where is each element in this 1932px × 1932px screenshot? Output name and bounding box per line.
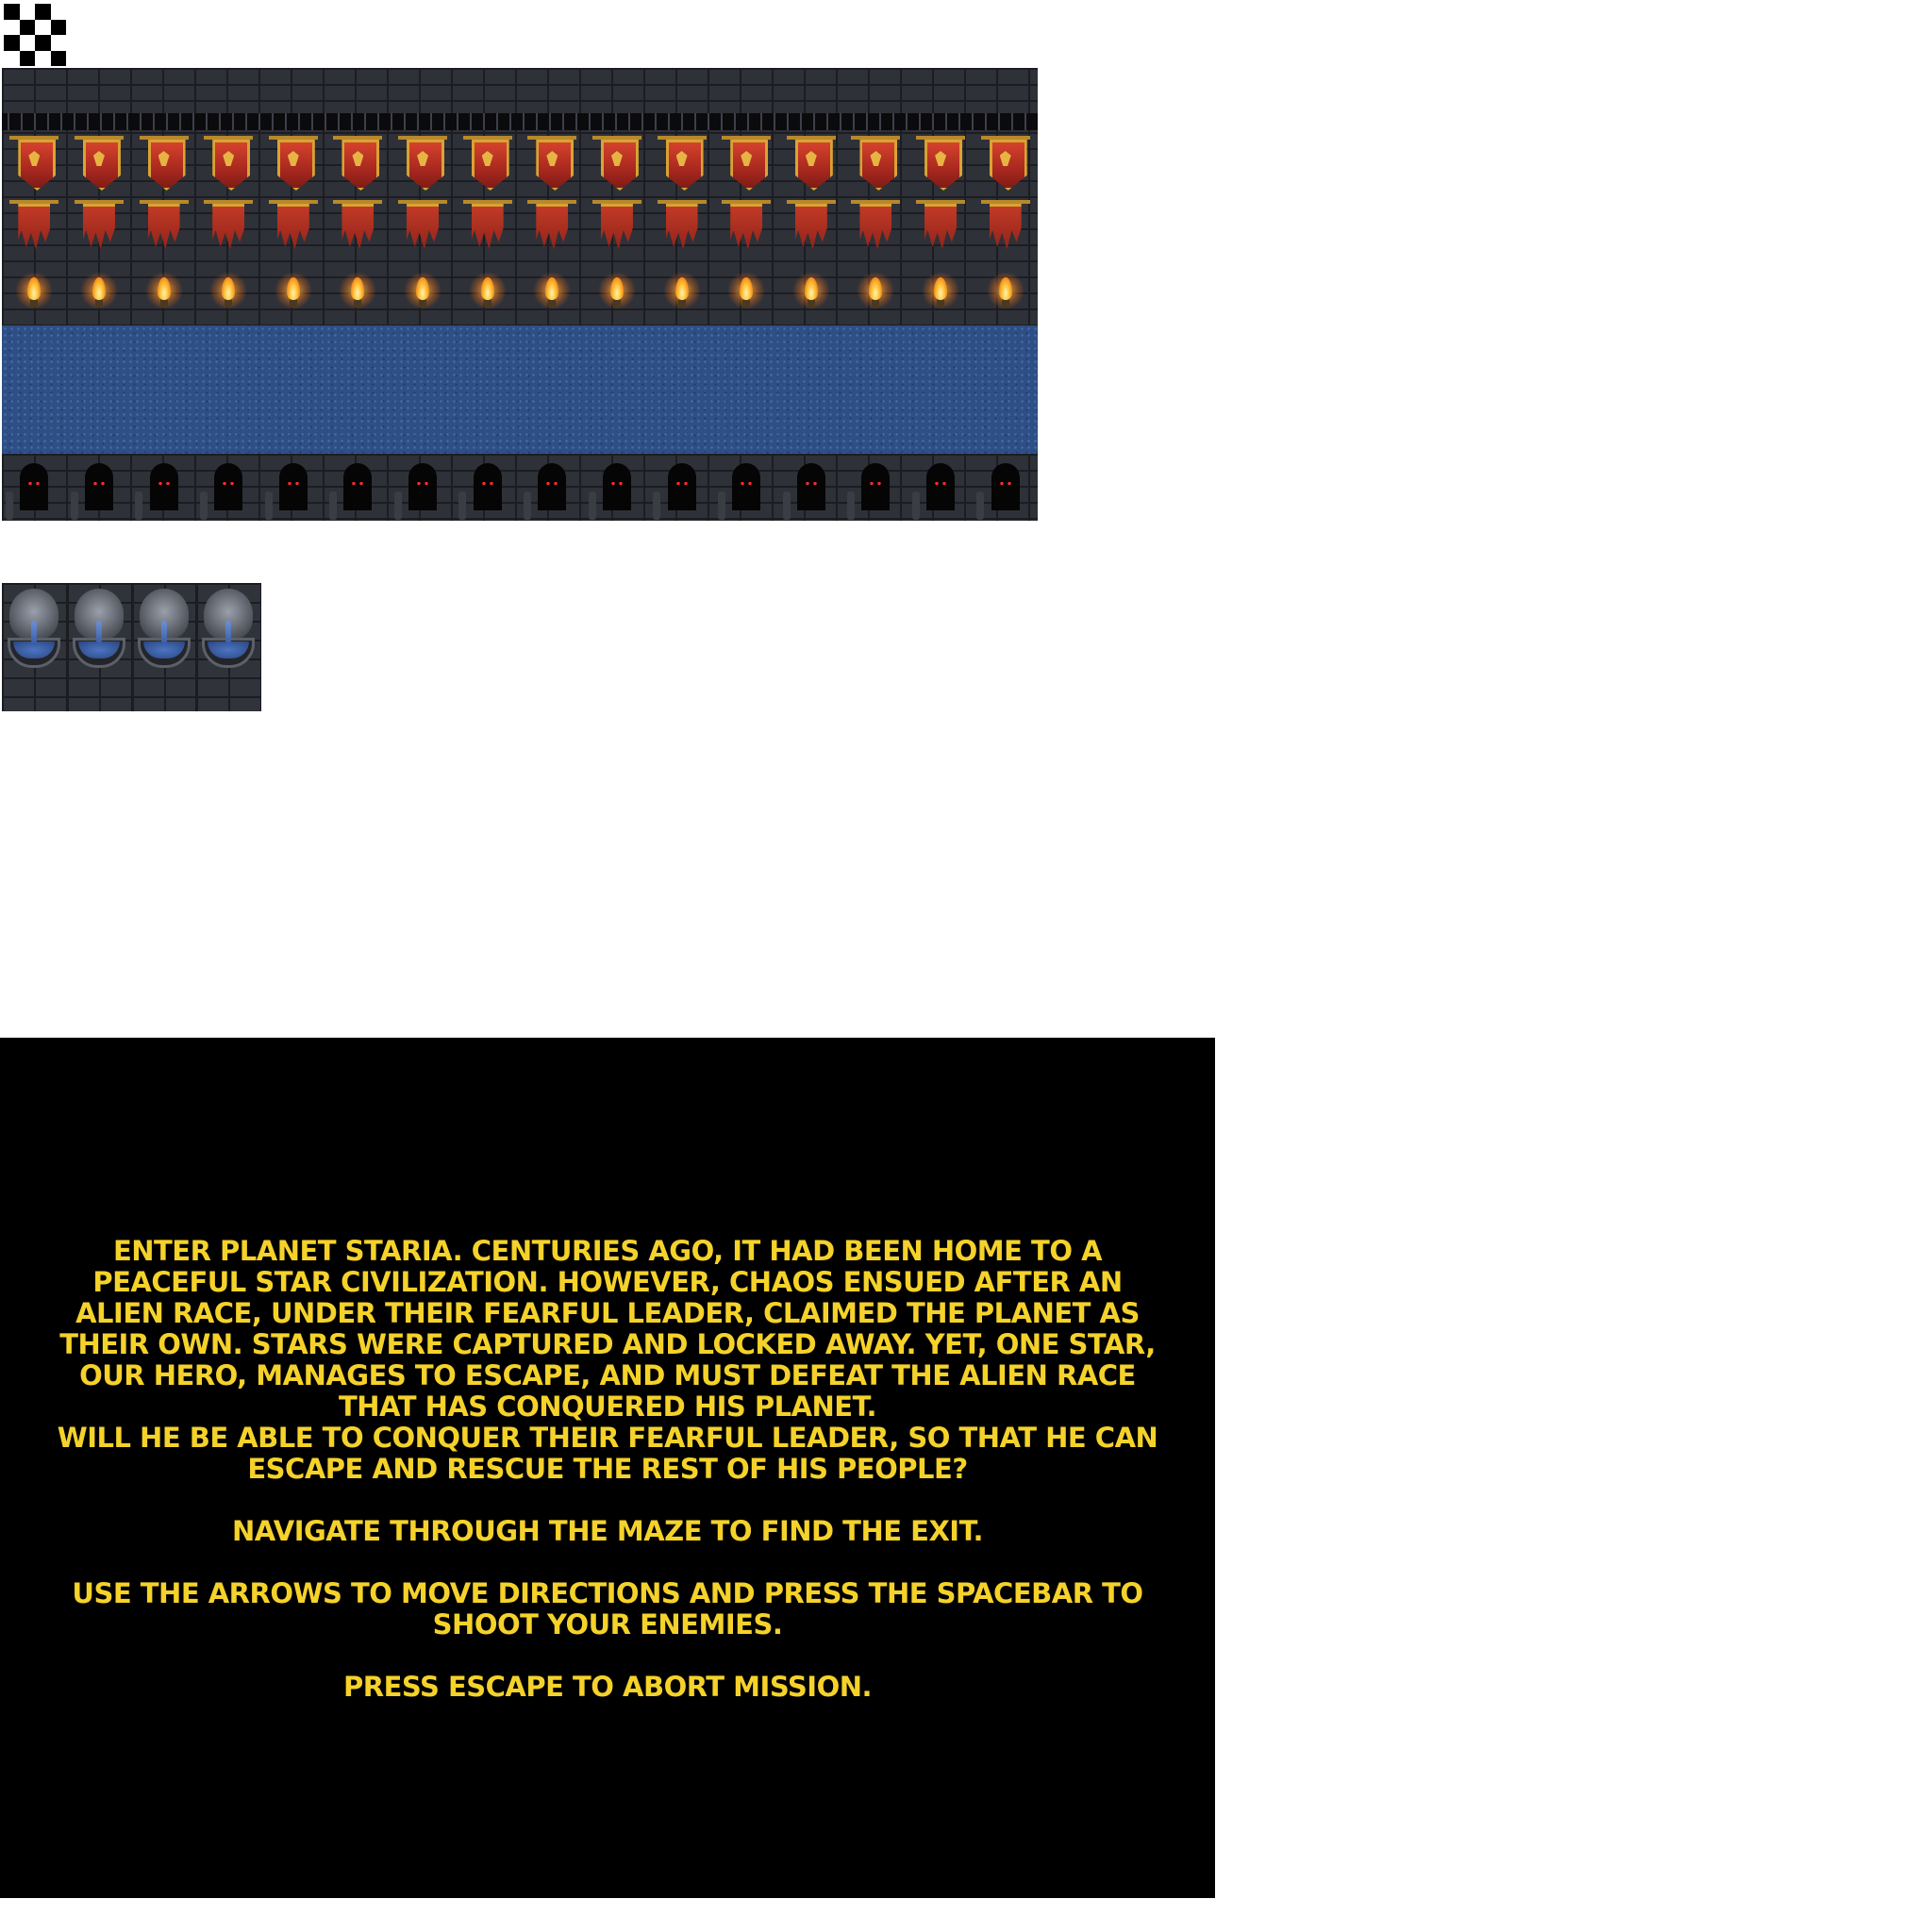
dark-archway-icon [325, 454, 391, 521]
story-controls: USE THE ARROWS TO MOVE DIRECTIONS AND PR… [72, 1577, 1143, 1641]
torn-banner-icon [973, 196, 1038, 260]
torch-icon [391, 260, 456, 325]
dark-archway-icon [67, 454, 132, 521]
spike-strip [2, 113, 1038, 130]
dark-archway-icon [455, 454, 520, 521]
torn-banner-icon [325, 196, 391, 260]
story-question: WILL HE BE ABLE TO CONQUER THEIR FEARFUL… [57, 1422, 1158, 1485]
torch-icon [779, 260, 844, 325]
red-banner-icon [391, 132, 456, 196]
torch-icon [843, 260, 908, 325]
torch-icon [908, 260, 974, 325]
torch-icon [520, 260, 585, 325]
torn-banner-icon [714, 196, 779, 260]
torn-banner-icon [455, 196, 520, 260]
red-banner-icon [779, 132, 844, 196]
dark-archway-icon [714, 454, 779, 521]
torn-banner-icon [649, 196, 714, 260]
torch-icon [585, 260, 650, 325]
dark-archway-icon [391, 454, 456, 521]
dungeon-tileset [2, 68, 1038, 521]
torch-icon [455, 260, 520, 325]
red-banner-icon [714, 132, 779, 196]
torch-row [2, 260, 1038, 325]
torch-icon [325, 260, 391, 325]
torn-banner-icon [391, 196, 456, 260]
red-banner-icon [973, 132, 1038, 196]
lion-fountain-icon [66, 583, 132, 711]
torn-banner-icon [779, 196, 844, 260]
dark-archway-icon [779, 454, 844, 521]
archway-row [2, 454, 1038, 521]
torn-banner-icon [843, 196, 908, 260]
dark-archway-icon [2, 454, 67, 521]
torch-icon [2, 260, 67, 325]
dark-archway-icon [843, 454, 908, 521]
dark-archway-icon [908, 454, 974, 521]
torch-icon [649, 260, 714, 325]
red-banner-icon [649, 132, 714, 196]
checkerboard-sprite [4, 4, 66, 66]
red-banner-icon [455, 132, 520, 196]
torn-banner-icon [585, 196, 650, 260]
story-objective: NAVIGATE THROUGH THE MAZE TO FIND THE EX… [232, 1515, 984, 1547]
story-intro: ENTER PLANET STARIA. CENTURIES AGO, IT H… [59, 1235, 1156, 1423]
dark-archway-icon [520, 454, 585, 521]
torch-icon [714, 260, 779, 325]
red-banner-icon [131, 132, 196, 196]
torn-banner-icon [520, 196, 585, 260]
torch-icon [261, 260, 326, 325]
story-panel: ENTER PLANET STARIA. CENTURIES AGO, IT H… [0, 1038, 1215, 1898]
torch-icon [67, 260, 132, 325]
torn-banner-icon [908, 196, 974, 260]
spike-wall-row [2, 68, 1038, 132]
red-banner-icon [67, 132, 132, 196]
red-banner-icon [843, 132, 908, 196]
red-banner-icon [585, 132, 650, 196]
torn-banner-icon [261, 196, 326, 260]
torch-icon [131, 260, 196, 325]
story-abort: PRESS ESCAPE TO ABORT MISSION. [342, 1671, 873, 1703]
red-banner-icon [908, 132, 974, 196]
lion-fountain-icon [196, 583, 261, 711]
dark-archway-icon [649, 454, 714, 521]
torch-icon [973, 260, 1038, 325]
dark-archway-icon [196, 454, 261, 521]
torn-banner-icon [131, 196, 196, 260]
banner-row [2, 132, 1038, 196]
fountain-sprite-strip [2, 583, 261, 711]
dark-archway-icon [131, 454, 196, 521]
torch-icon [196, 260, 261, 325]
lion-fountain-icon [131, 583, 197, 711]
lion-fountain-icon [2, 583, 67, 711]
red-banner-icon [196, 132, 261, 196]
torn-banner-row [2, 196, 1038, 260]
dark-archway-icon [585, 454, 650, 521]
torn-banner-icon [2, 196, 67, 260]
torn-banner-icon [196, 196, 261, 260]
red-banner-icon [520, 132, 585, 196]
torn-banner-icon [67, 196, 132, 260]
dark-archway-icon [973, 454, 1038, 521]
red-banner-icon [261, 132, 326, 196]
dark-archway-icon [261, 454, 326, 521]
red-banner-icon [2, 132, 67, 196]
story-text: ENTER PLANET STARIA. CENTURIES AGO, IT H… [57, 1236, 1158, 1703]
red-banner-icon [325, 132, 391, 196]
water-tile-row [2, 325, 1038, 454]
